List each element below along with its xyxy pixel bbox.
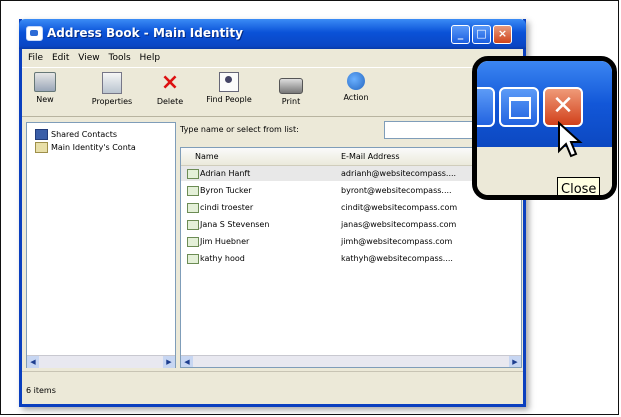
new-label: New: [36, 95, 54, 104]
mouse-pointer-icon: [558, 121, 583, 158]
column-header-name[interactable]: Name: [195, 152, 219, 161]
tree-item-shared-contacts[interactable]: Shared Contacts: [35, 129, 117, 140]
title-bar[interactable]: Address Book - Main Identity _ □ ×: [19, 19, 526, 49]
contact-email: kathyh@websitecompass....: [341, 254, 453, 263]
menu-bar: File Edit View Tools Help: [22, 49, 523, 67]
screenshot-frame: Address Book - Main Identity _ □ × File …: [0, 0, 619, 415]
find-people-button[interactable]: Find People: [200, 72, 258, 104]
contact-row[interactable]: Jim Huebner jimh@websitecompass.com: [181, 234, 521, 249]
search-label: Type name or select from list:: [180, 125, 299, 134]
menu-help[interactable]: Help: [140, 49, 161, 67]
address-book-icon: [35, 142, 48, 153]
delete-button[interactable]: × Delete: [150, 70, 190, 107]
properties-label: Properties: [91, 97, 133, 106]
scroll-left-arrow-icon[interactable]: ◀: [27, 356, 39, 368]
list-horizontal-scrollbar[interactable]: ◀ ▶: [181, 355, 521, 367]
properties-icon: [102, 72, 122, 94]
print-label: Print: [281, 97, 301, 106]
minimize-button[interactable]: _: [451, 25, 470, 44]
contact-card-icon: [187, 220, 199, 230]
delete-label: Delete: [156, 97, 184, 106]
tree-item-main-identity[interactable]: Main Identity's Conta: [35, 142, 136, 153]
find-people-icon: [219, 72, 239, 92]
find-people-label: Find People: [206, 95, 252, 104]
contact-card-icon: [187, 254, 199, 264]
menu-view[interactable]: View: [78, 49, 99, 67]
contact-email: byront@websitecompass....: [341, 186, 452, 195]
status-bar: 6 items: [22, 371, 523, 405]
new-contact-icon: [34, 72, 56, 92]
menu-tools[interactable]: Tools: [108, 49, 130, 67]
contact-card-icon: [187, 237, 199, 247]
contact-row[interactable]: Jana S Stevensen janas@websitecompass.co…: [181, 217, 521, 232]
column-header-email[interactable]: E-Mail Address: [341, 152, 400, 161]
folder-icon: [35, 129, 48, 140]
contact-name: Adrian Hanft: [200, 169, 251, 178]
contact-name: cindi troester: [200, 203, 254, 212]
new-button[interactable]: New: [28, 72, 62, 104]
contact-row[interactable]: Byron Tucker byront@websitecompass....: [181, 183, 521, 198]
close-button[interactable]: ×: [493, 25, 512, 44]
scroll-right-arrow-icon[interactable]: ▶: [509, 356, 521, 367]
contact-name: Jana S Stevensen: [200, 220, 270, 229]
contact-name: Jim Huebner: [200, 237, 250, 246]
window-title: Address Book - Main Identity: [47, 26, 243, 40]
address-book-window: Address Book - Main Identity _ □ × File …: [19, 19, 526, 407]
zoomed-maximize-button: [499, 87, 539, 127]
sidebar-horizontal-scrollbar[interactable]: ◀ ▶: [27, 355, 175, 368]
maximize-button[interactable]: □: [472, 25, 491, 44]
action-label: Action: [343, 93, 369, 102]
properties-button[interactable]: Properties: [82, 72, 142, 106]
print-button[interactable]: Print: [276, 72, 306, 106]
contacts-list: Name E-Mail Address Adrian Hanft adrianh…: [180, 147, 522, 368]
contact-name: kathy hood: [200, 254, 245, 263]
status-item-count: 6 items: [26, 386, 56, 395]
list-header: Name E-Mail Address: [181, 148, 521, 166]
toolbar: New Properties × Delete Find People Prin…: [22, 67, 523, 117]
scroll-left-arrow-icon[interactable]: ◀: [181, 356, 193, 367]
contact-row[interactable]: Adrian Hanft adrianh@websitecompass....: [181, 166, 521, 181]
contact-card-icon: [187, 169, 199, 179]
scroll-right-arrow-icon[interactable]: ▶: [163, 356, 175, 368]
close-tooltip: Close: [557, 177, 601, 195]
action-icon: [347, 72, 365, 90]
zoomed-minimize-button: [477, 87, 495, 127]
tree-item-label: Main Identity's Conta: [51, 143, 136, 152]
contact-card-icon: [187, 186, 199, 196]
contact-card-icon: [187, 203, 199, 213]
tree-item-label: Shared Contacts: [51, 130, 117, 139]
contact-email: cindit@websitecompass.com: [341, 203, 458, 212]
menu-edit[interactable]: Edit: [52, 49, 69, 67]
contact-email: janas@websitecompass.com: [341, 220, 457, 229]
zoom-callout: ✕ Close: [472, 56, 617, 200]
contact-row[interactable]: kathy hood kathyh@websitecompass....: [181, 251, 521, 266]
folder-tree: Shared Contacts Main Identity's Conta ◀ …: [26, 122, 176, 368]
action-button[interactable]: Action: [336, 72, 376, 102]
contact-email: jimh@websitecompass.com: [341, 237, 453, 246]
zoomed-title-bar: ✕: [477, 61, 612, 147]
delete-icon: ×: [160, 70, 180, 95]
contact-row[interactable]: cindi troester cindit@websitecompass.com: [181, 200, 521, 215]
print-icon: [279, 78, 303, 94]
contact-email: adrianh@websitecompass....: [341, 169, 457, 178]
address-book-app-icon: [26, 26, 43, 41]
menu-file[interactable]: File: [28, 49, 43, 67]
contact-name: Byron Tucker: [200, 186, 252, 195]
